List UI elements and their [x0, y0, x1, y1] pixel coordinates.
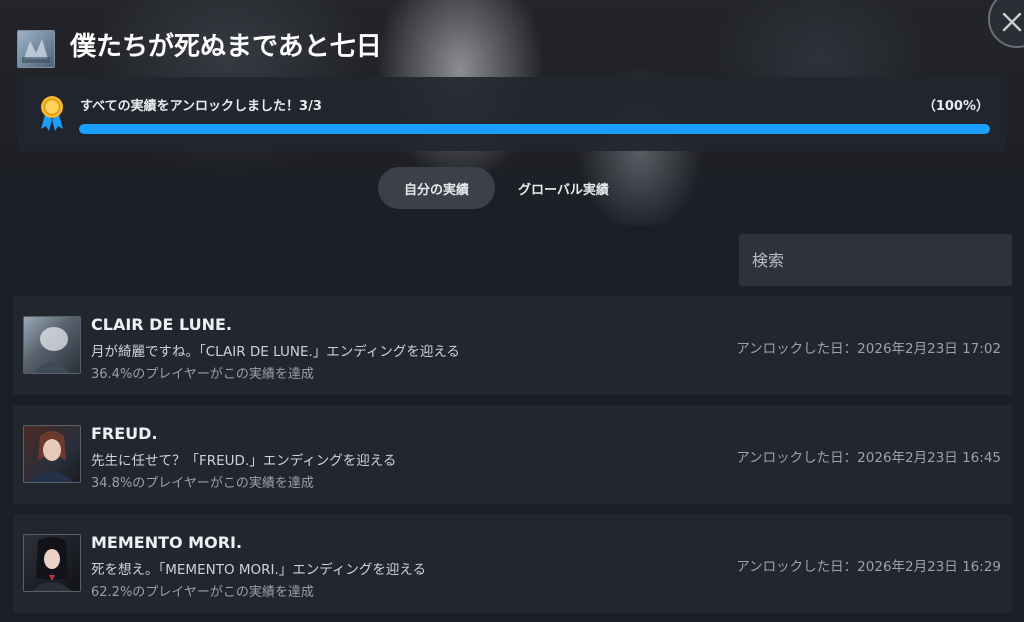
achievement-icon [23, 534, 81, 592]
achievement-description: 死を想え。「MEMENTO MORI.」エンディングを迎える [91, 562, 426, 578]
achievement-description: 月が綺麗ですね。「CLAIR DE LUNE.」エンディングを迎える [91, 344, 460, 360]
progress-bar-fill [79, 124, 990, 134]
achievement-title: FREUD. [91, 424, 158, 443]
achievement-row: FREUD. 先生に任せて？「FREUD.」エンディングを迎える 34.8%のプ… [13, 405, 1012, 504]
search-input[interactable] [739, 234, 1012, 286]
achievement-global-percent: 36.4%のプレイヤーがこの実績を達成 [91, 367, 314, 382]
game-icon [17, 30, 55, 68]
close-icon [1002, 12, 1022, 32]
achievement-unlock-date: アンロックした日：2026年2月23日 16:29 [736, 559, 1001, 575]
progress-percent: （100%） [922, 99, 989, 114]
achievement-unlock-date: アンロックした日：2026年2月23日 17:02 [736, 341, 1001, 357]
achievement-global-percent: 62.2%のプレイヤーがこの実績を達成 [91, 585, 314, 600]
achievement-icon [23, 316, 81, 374]
tab-global-achievements[interactable]: グローバル実績 [498, 167, 629, 209]
achievement-title: MEMENTO MORI. [91, 533, 243, 552]
progress-label: すべての実績をアンロックしました！3/3 [80, 99, 322, 114]
progress-panel: すべての実績をアンロックしました！3/3 （100%） [17, 77, 1007, 151]
achievement-icon [23, 425, 81, 483]
game-title: 僕たちが死ぬまであと七日 [70, 32, 382, 62]
achievement-row: CLAIR DE LUNE. 月が綺麗ですね。「CLAIR DE LUNE.」エ… [13, 296, 1012, 395]
tab-my-achievements[interactable]: 自分の実績 [378, 167, 495, 209]
achievement-row: MEMENTO MORI. 死を想え。「MEMENTO MORI.」エンディング… [13, 514, 1012, 613]
progress-bar [79, 124, 990, 134]
achievement-description: 先生に任せて？「FREUD.」エンディングを迎える [91, 453, 397, 469]
medal-icon [41, 96, 63, 131]
achievement-unlock-date: アンロックした日：2026年2月23日 16:45 [736, 450, 1001, 466]
achievement-title: CLAIR DE LUNE. [91, 315, 232, 334]
achievement-global-percent: 34.8%のプレイヤーがこの実績を達成 [91, 476, 314, 491]
